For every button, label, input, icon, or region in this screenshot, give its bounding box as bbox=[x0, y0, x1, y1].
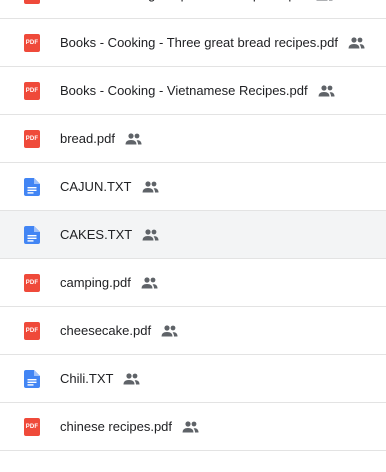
file-name[interactable]: CAJUN.TXT bbox=[60, 179, 132, 194]
file-name-wrap: Books - Cooking - Japanese Recipes 1.pdf bbox=[60, 0, 333, 18]
file-name-wrap: Books - Cooking - Three great bread reci… bbox=[60, 19, 365, 66]
file-row[interactable]: PDF cheesecake.pdf bbox=[0, 307, 386, 355]
pdf-icon: PDF bbox=[24, 0, 40, 4]
pdf-icon: PDF bbox=[24, 274, 40, 292]
shared-people-icon bbox=[142, 228, 159, 241]
pdf-icon: PDF bbox=[24, 82, 40, 100]
file-row[interactable]: CAJUN.TXT bbox=[0, 163, 386, 211]
pdf-icon: PDF bbox=[24, 130, 40, 148]
file-name[interactable]: Books - Cooking - Japanese Recipes 1.pdf bbox=[60, 0, 306, 2]
file-name[interactable]: cheesecake.pdf bbox=[60, 323, 151, 338]
file-name[interactable]: Chili.TXT bbox=[60, 371, 113, 386]
pdf-icon: PDF bbox=[24, 34, 40, 52]
file-name[interactable]: bread.pdf bbox=[60, 131, 115, 146]
file-name[interactable]: chinese recipes.pdf bbox=[60, 419, 172, 434]
document-icon bbox=[24, 178, 40, 196]
file-name-wrap: Books - Cooking - Vietnamese Recipes.pdf bbox=[60, 67, 335, 114]
file-name-wrap: Chili.TXT bbox=[60, 355, 140, 402]
file-row[interactable]: PDF camping.pdf bbox=[0, 259, 386, 307]
file-name-wrap: camping.pdf bbox=[60, 259, 158, 306]
file-list: PDF Books - Cooking - Japanese Recipes 1.… bbox=[0, 0, 386, 451]
file-name[interactable]: camping.pdf bbox=[60, 275, 131, 290]
file-name[interactable]: Books - Cooking - Vietnamese Recipes.pdf bbox=[60, 83, 308, 98]
shared-people-icon bbox=[182, 420, 199, 433]
file-name-wrap: bread.pdf bbox=[60, 115, 142, 162]
shared-people-icon bbox=[123, 372, 140, 385]
file-row[interactable]: CAKES.TXT bbox=[0, 211, 386, 259]
file-row[interactable]: Chili.TXT bbox=[0, 355, 386, 403]
file-name-wrap: CAKES.TXT bbox=[60, 211, 159, 258]
file-name[interactable]: CAKES.TXT bbox=[60, 227, 132, 242]
file-name[interactable]: Books - Cooking - Three great bread reci… bbox=[60, 35, 338, 50]
file-row[interactable]: PDF Books - Cooking - Three great bread r… bbox=[0, 19, 386, 67]
file-name-wrap: CAJUN.TXT bbox=[60, 163, 159, 210]
shared-people-icon bbox=[141, 276, 158, 289]
shared-people-icon bbox=[348, 36, 365, 49]
shared-people-icon bbox=[318, 84, 335, 97]
document-icon bbox=[24, 226, 40, 244]
file-row[interactable]: PDF Books - Cooking - Vietnamese Recipes.… bbox=[0, 67, 386, 115]
shared-people-icon bbox=[161, 324, 178, 337]
file-row[interactable]: PDF bread.pdf bbox=[0, 115, 386, 163]
shared-people-icon bbox=[142, 180, 159, 193]
pdf-icon: PDF bbox=[24, 418, 40, 436]
file-row[interactable]: PDF Books - Cooking - Japanese Recipes 1.… bbox=[0, 0, 386, 19]
pdf-icon: PDF bbox=[24, 322, 40, 340]
file-name-wrap: cheesecake.pdf bbox=[60, 307, 178, 354]
shared-people-icon bbox=[316, 0, 333, 1]
file-name-wrap: chinese recipes.pdf bbox=[60, 403, 199, 450]
document-icon bbox=[24, 370, 40, 388]
file-row[interactable]: PDF chinese recipes.pdf bbox=[0, 403, 386, 451]
shared-people-icon bbox=[125, 132, 142, 145]
